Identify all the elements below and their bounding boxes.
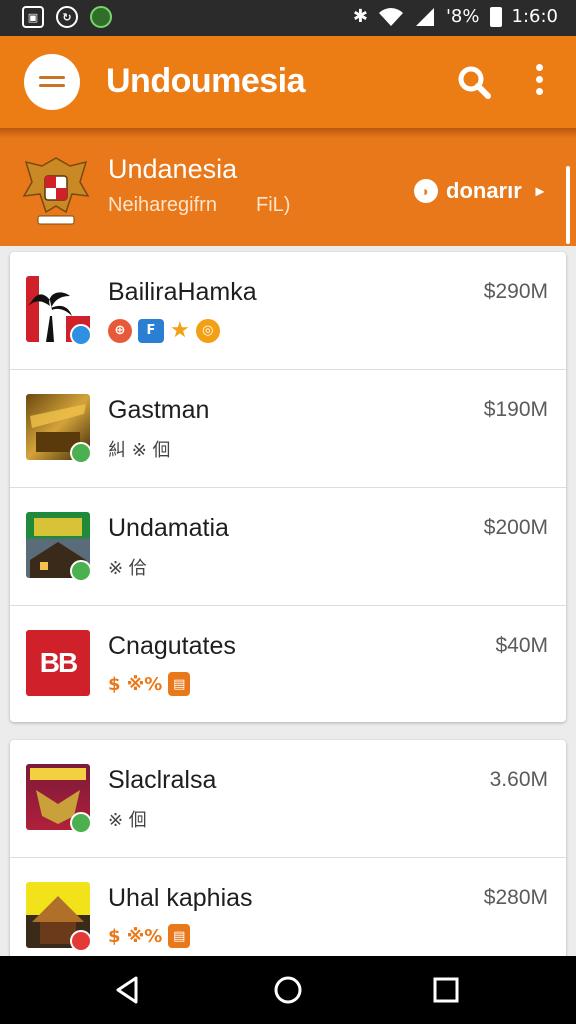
item-tag-text: $ ※% — [108, 925, 163, 947]
notification-icons: ▣ ↻ — [22, 6, 112, 28]
verified-badge — [70, 930, 92, 952]
item-tags: ※ 佮 — [108, 554, 147, 580]
banner-scroll-indicator — [566, 166, 570, 244]
donate-button[interactable]: ◗ donarır ▸ — [414, 178, 544, 204]
item-tag-text: ※ 佪 — [108, 810, 147, 831]
item-thumbnail — [26, 276, 92, 346]
home-icon[interactable] — [272, 974, 304, 1006]
item-title: Cnagutates — [108, 632, 236, 660]
clipboard-icon: ▤ — [168, 672, 191, 696]
item-title: BailiraHamka — [108, 278, 257, 306]
item-tags: ⊕ F ★ ◎ — [108, 318, 220, 343]
chevron-right-icon: ▸ — [535, 183, 544, 200]
item-price: $40M — [495, 634, 548, 657]
item-price: $200M — [483, 516, 548, 539]
verified-badge — [70, 324, 92, 346]
banner-title: Undanesia — [108, 154, 238, 184]
item-price: $290M — [483, 280, 548, 303]
item-tags: $ ※% ▤ — [108, 924, 191, 948]
clipboard-icon: ▤ — [168, 924, 191, 948]
item-tags: $ ※% ▤ — [108, 672, 191, 696]
coin-icon: ◎ — [195, 318, 220, 343]
item-title: Gastman — [108, 396, 210, 424]
donate-icon: ◗ — [414, 179, 438, 203]
item-thumbnail — [26, 882, 92, 952]
verified-badge — [70, 560, 92, 582]
image-icon: ▣ — [22, 6, 44, 28]
item-thumbnail — [26, 394, 92, 464]
chrome-icon — [90, 6, 112, 28]
battery-icon — [489, 6, 502, 27]
banner-shadow — [0, 128, 576, 138]
app-title: Undoumesia — [106, 62, 306, 100]
list-item[interactable]: Gastman $190M 糾 ※ 佪 — [10, 370, 566, 488]
item-tags: 糾 ※ 佪 — [108, 436, 171, 462]
wifi-icon — [378, 7, 403, 26]
banner-subtitle-right: FiL) — [256, 194, 291, 216]
system-icons: ✱ '8% 1:6:0 — [353, 6, 558, 27]
more-vert-icon[interactable] — [532, 64, 546, 100]
battery-percent: '8% — [445, 6, 480, 27]
back-icon[interactable] — [112, 974, 144, 1006]
signal-icon — [415, 7, 434, 26]
item-thumbnail — [26, 512, 92, 582]
menu-button[interactable] — [24, 54, 80, 110]
donate-label: donarır — [446, 178, 522, 203]
list-item[interactable]: Undamatia $200M ※ 佮 — [10, 488, 566, 606]
item-thumbnail: BB — [26, 630, 90, 696]
item-tag-text: ※ 佮 — [108, 558, 147, 579]
item-title: Slaclralsa — [108, 766, 217, 794]
search-icon[interactable] — [456, 64, 492, 100]
list-item[interactable]: BB Cnagutates $40M $ ※% ▤ — [10, 606, 566, 722]
banner-subtitle: Neiharegifrn — [108, 194, 217, 216]
bb-logo: BB — [39, 647, 78, 678]
status-bar: ▣ ↻ ✱ '8% 1:6:0 — [0, 0, 576, 36]
list-item[interactable]: Uhal kaphias $280M $ ※% ▤ — [10, 858, 566, 962]
item-thumbnail — [26, 764, 92, 834]
star-icon: ★ — [170, 318, 190, 343]
list-card: Slaclralsa 3.60M ※ 佪 Uhal kaphias $280M … — [10, 740, 566, 962]
item-title: Undamatia — [108, 514, 229, 542]
item-tags: ※ 佪 — [108, 806, 147, 832]
app-bar: Undoumesia — [0, 36, 576, 128]
menu-icon-line — [39, 84, 65, 87]
bluetooth-icon: ✱ — [352, 6, 368, 27]
recents-icon[interactable] — [430, 974, 462, 1006]
list-card: BailiraHamka $290M ⊕ F ★ ◎ Gastman $190M… — [10, 252, 566, 722]
menu-icon — [39, 76, 65, 79]
sync-icon: ↻ — [56, 6, 78, 28]
item-tag-text: 糾 ※ 佪 — [108, 440, 171, 461]
item-price: $280M — [483, 886, 548, 909]
verified-badge — [70, 812, 92, 834]
header-banner: Undanesia Neiharegifrn FiL) ◗ donarır ▸ — [0, 128, 576, 246]
item-tag-text: $ ※% — [108, 673, 163, 695]
emblem-icon — [22, 157, 90, 225]
f-tag: F — [138, 318, 164, 343]
verified-badge — [70, 442, 92, 464]
list-item[interactable]: BailiraHamka $290M ⊕ F ★ ◎ — [10, 252, 566, 370]
item-price: $190M — [483, 398, 548, 421]
flag-tag-icon: ⊕ — [108, 318, 132, 343]
item-price: 3.60M — [489, 768, 548, 791]
list-item[interactable]: Slaclralsa 3.60M ※ 佪 — [10, 740, 566, 858]
navigation-bar — [0, 956, 576, 1024]
item-title: Uhal kaphias — [108, 884, 253, 912]
clock: 1:6:0 — [511, 6, 559, 27]
